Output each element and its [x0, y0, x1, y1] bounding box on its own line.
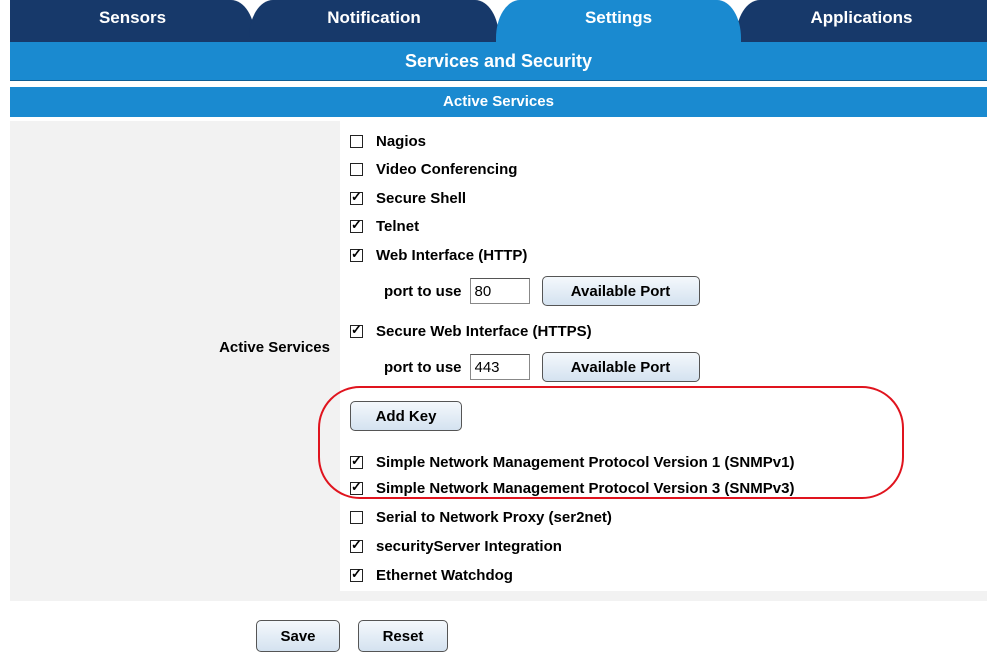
ethernet-watchdog-checkbox[interactable]: [350, 566, 363, 582]
section-title: Active Services: [10, 87, 987, 117]
https-checkbox[interactable]: [350, 322, 363, 338]
tab-settings[interactable]: Settings: [496, 0, 741, 42]
highlight-annotation: [318, 386, 904, 499]
service-secure-shell[interactable]: Secure Shell: [350, 186, 466, 210]
ethernet-watchdog-label: Ethernet Watchdog: [376, 566, 513, 584]
http-port-label: port to use: [384, 282, 462, 300]
tab-notification[interactable]: Notification: [249, 0, 499, 42]
service-securityserver[interactable]: securityServer Integration: [350, 534, 562, 558]
service-ser2net[interactable]: Serial to Network Proxy (ser2net): [350, 505, 612, 529]
https-port-input[interactable]: [469, 354, 530, 380]
https-port-label: port to use: [384, 358, 462, 376]
https-label: Secure Web Interface (HTTPS): [376, 322, 592, 340]
tab-bar: Sensors Notification Applications Settin…: [0, 0, 987, 42]
service-video-conferencing[interactable]: Video Conferencing: [350, 157, 517, 181]
http-port-row: port to use Available Port: [384, 275, 700, 307]
http-checkbox[interactable]: [350, 246, 363, 262]
secure-shell-label: Secure Shell: [376, 189, 467, 207]
service-http[interactable]: Web Interface (HTTP): [350, 243, 527, 267]
securityserver-checkbox[interactable]: [350, 537, 363, 553]
service-https[interactable]: Secure Web Interface (HTTPS): [350, 319, 592, 343]
tab-sensors[interactable]: Sensors: [10, 0, 255, 42]
save-button[interactable]: Save: [256, 620, 340, 652]
tab-applications[interactable]: Applications: [736, 0, 987, 42]
page-title: Services and Security: [10, 42, 987, 81]
http-label: Web Interface (HTTP): [376, 246, 528, 264]
https-available-port-button[interactable]: Available Port: [541, 352, 700, 382]
ser2net-label: Serial to Network Proxy (ser2net): [376, 508, 612, 526]
service-nagios[interactable]: Nagios: [350, 129, 426, 153]
service-ethernet-watchdog[interactable]: Ethernet Watchdog: [350, 563, 513, 587]
http-port-input[interactable]: [469, 278, 530, 304]
reset-button[interactable]: Reset: [358, 620, 448, 652]
telnet-checkbox[interactable]: [350, 217, 363, 233]
active-services-label: Active Services: [219, 339, 330, 356]
http-available-port-button[interactable]: Available Port: [541, 276, 700, 306]
telnet-label: Telnet: [376, 217, 420, 235]
video-conferencing-label: Video Conferencing: [376, 160, 518, 178]
ser2net-checkbox[interactable]: [350, 510, 363, 524]
securityserver-label: securityServer Integration: [376, 537, 562, 555]
https-port-row: port to use Available Port: [384, 351, 700, 383]
row-label-cell: Active Services: [10, 121, 340, 591]
row-separator: [10, 591, 987, 601]
nagios-checkbox[interactable]: [350, 134, 363, 148]
video-conferencing-checkbox[interactable]: [350, 162, 363, 176]
nagios-label: Nagios: [376, 132, 427, 150]
service-telnet[interactable]: Telnet: [350, 214, 419, 238]
secure-shell-checkbox[interactable]: [350, 189, 363, 205]
